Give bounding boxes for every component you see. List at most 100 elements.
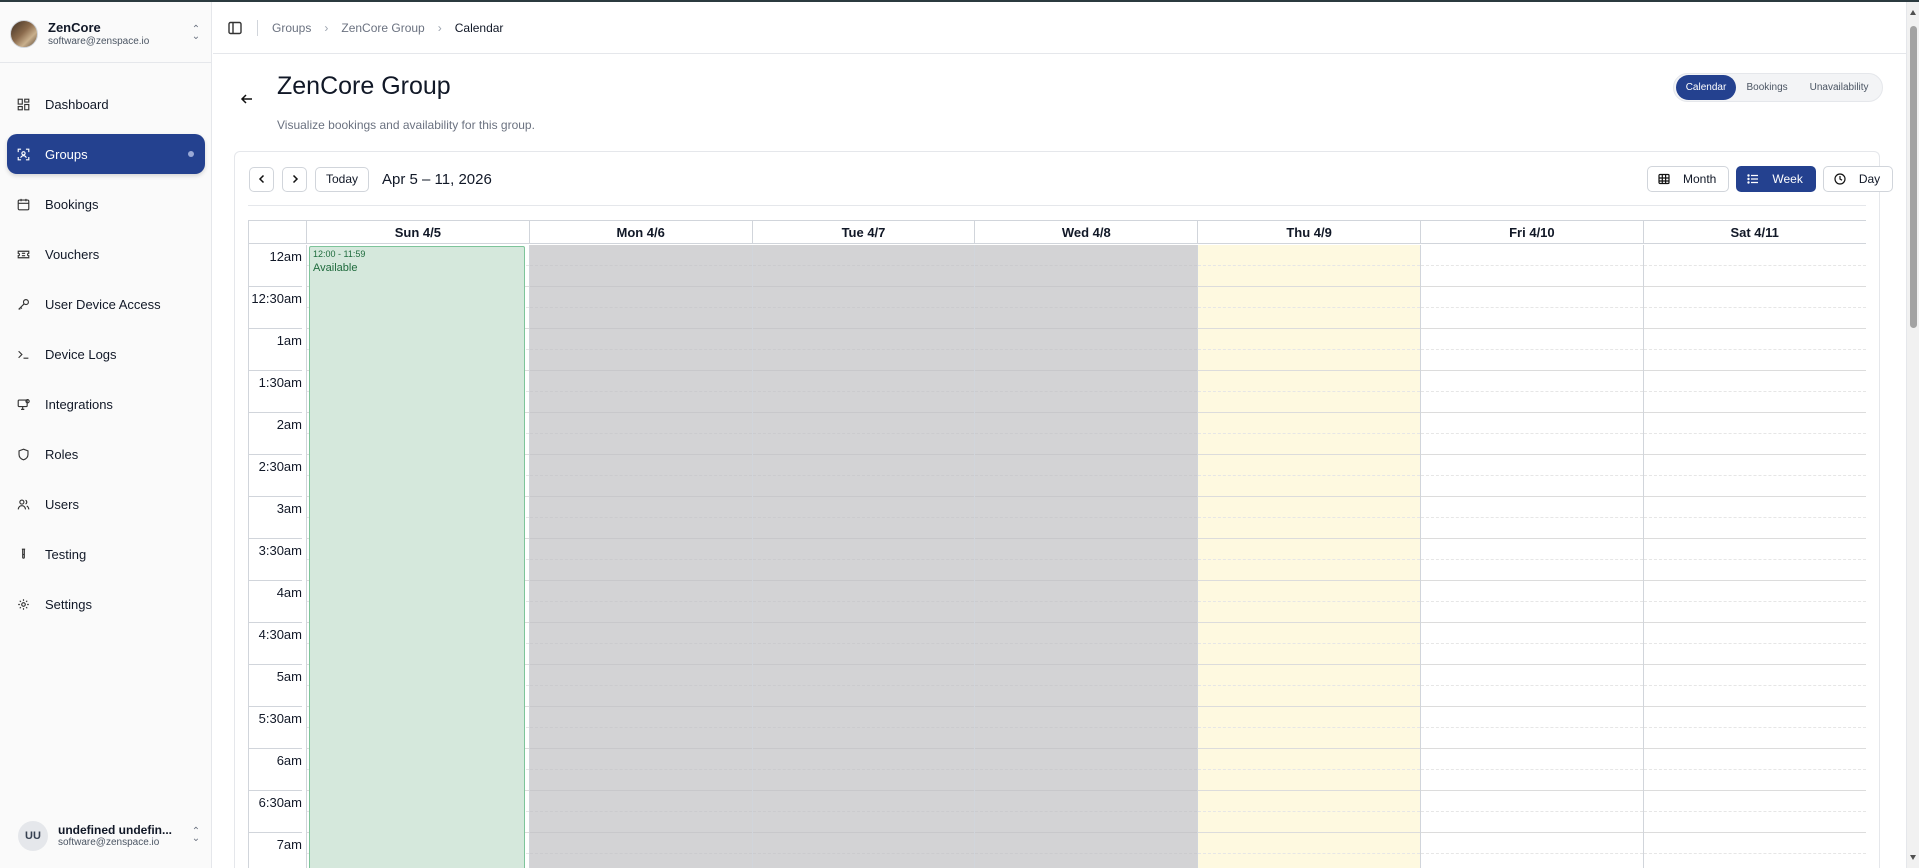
sidebar-toggle-icon[interactable]	[227, 20, 243, 36]
breadcrumb-groups[interactable]: Groups	[272, 21, 311, 35]
time-slot[interactable]	[1643, 497, 1866, 539]
time-slot[interactable]	[752, 329, 975, 371]
time-slot[interactable]	[1643, 245, 1866, 287]
time-slot[interactable]	[975, 287, 1198, 329]
time-slot[interactable]	[1198, 455, 1420, 497]
time-slot[interactable]	[975, 455, 1198, 497]
time-slot[interactable]	[1421, 707, 1643, 749]
time-slot[interactable]	[1198, 833, 1420, 868]
day-column[interactable]	[1643, 245, 1866, 868]
time-slot[interactable]	[975, 581, 1198, 623]
time-slot[interactable]	[1198, 245, 1420, 287]
time-slot[interactable]	[1643, 833, 1866, 868]
time-slot[interactable]	[1198, 749, 1420, 791]
time-slot[interactable]	[529, 413, 752, 455]
time-slot[interactable]	[1421, 581, 1643, 623]
time-slot[interactable]	[1421, 833, 1643, 868]
time-slot[interactable]	[1421, 329, 1643, 371]
sidebar-item-roles[interactable]: Roles	[7, 434, 205, 474]
time-slot[interactable]	[752, 287, 975, 329]
scroll-down-arrow-icon[interactable]	[1910, 855, 1916, 860]
day-column[interactable]	[752, 245, 976, 868]
today-button[interactable]: Today	[315, 166, 370, 192]
day-header[interactable]: Fri 4/10	[1421, 221, 1644, 244]
scroll-up-arrow-icon[interactable]	[1910, 10, 1916, 15]
time-slot[interactable]	[1421, 665, 1643, 707]
time-slot[interactable]	[1198, 581, 1420, 623]
sidebar-item-testing[interactable]: Testing	[7, 534, 205, 574]
availability-event[interactable]: 12:00 - 11:59 Available	[309, 246, 525, 868]
time-slot[interactable]	[529, 245, 752, 287]
time-slot[interactable]	[529, 581, 752, 623]
time-slot[interactable]	[752, 833, 975, 868]
back-arrow-icon[interactable]	[240, 92, 254, 106]
time-slot[interactable]	[752, 497, 975, 539]
time-slot[interactable]	[1643, 707, 1866, 749]
time-slot[interactable]	[1643, 581, 1866, 623]
time-slot[interactable]	[1643, 371, 1866, 413]
sidebar-item-integrations[interactable]: Integrations	[7, 384, 205, 424]
page-scrollbar[interactable]	[1906, 2, 1919, 868]
time-slot[interactable]	[975, 791, 1198, 833]
time-slot[interactable]	[1643, 287, 1866, 329]
time-slot[interactable]	[1421, 497, 1643, 539]
tab-unavailability[interactable]: Unavailability	[1798, 75, 1880, 100]
view-week-button[interactable]: Week	[1736, 166, 1816, 192]
time-slot[interactable]	[529, 707, 752, 749]
time-slot[interactable]	[975, 413, 1198, 455]
next-week-button[interactable]	[282, 166, 307, 192]
time-slot[interactable]	[975, 833, 1198, 868]
sidebar-item-users[interactable]: Users	[7, 484, 205, 524]
day-header[interactable]: Wed 4/8	[975, 221, 1199, 244]
time-slot[interactable]	[752, 539, 975, 581]
time-slot[interactable]	[752, 581, 975, 623]
time-slot[interactable]	[1198, 791, 1420, 833]
time-slot[interactable]	[1198, 665, 1420, 707]
time-slot[interactable]	[752, 371, 975, 413]
tab-bookings[interactable]: Bookings	[1736, 75, 1798, 100]
view-day-button[interactable]: Day	[1822, 166, 1894, 192]
time-slot[interactable]	[1198, 623, 1420, 665]
time-slot[interactable]	[752, 791, 975, 833]
day-header[interactable]: Thu 4/9	[1198, 221, 1421, 244]
sidebar-item-device-logs[interactable]: Device Logs	[7, 334, 205, 374]
time-slot[interactable]	[529, 749, 752, 791]
time-slot[interactable]	[1643, 329, 1866, 371]
sidebar-item-bookings[interactable]: Bookings	[7, 184, 205, 224]
time-slot[interactable]	[1421, 245, 1643, 287]
time-slot[interactable]	[529, 455, 752, 497]
time-slot[interactable]	[752, 749, 975, 791]
time-slot[interactable]	[752, 455, 975, 497]
scrollbar-thumb[interactable]	[1910, 26, 1917, 328]
day-header[interactable]: Sun 4/5	[307, 221, 530, 244]
breadcrumb-group[interactable]: ZenCore Group	[341, 21, 424, 35]
time-slot[interactable]	[752, 665, 975, 707]
time-slot[interactable]	[752, 245, 975, 287]
time-slot[interactable]	[1198, 329, 1420, 371]
sidebar-item-groups[interactable]: Groups	[7, 134, 205, 174]
time-slot[interactable]	[1198, 707, 1420, 749]
sidebar-item-dashboard[interactable]: Dashboard	[7, 84, 205, 124]
time-slot[interactable]	[975, 707, 1198, 749]
time-slot[interactable]	[1198, 413, 1420, 455]
time-slot[interactable]	[1198, 539, 1420, 581]
time-slot[interactable]	[529, 665, 752, 707]
day-column[interactable]	[1421, 245, 1644, 868]
time-slot[interactable]	[1421, 287, 1643, 329]
time-slot[interactable]	[1643, 413, 1866, 455]
time-slot[interactable]	[975, 749, 1198, 791]
day-header[interactable]: Tue 4/7	[753, 221, 976, 244]
time-slot[interactable]	[1643, 665, 1866, 707]
view-month-button[interactable]: Month	[1647, 166, 1730, 192]
time-slot[interactable]	[1421, 623, 1643, 665]
time-slot[interactable]	[529, 791, 752, 833]
time-slot[interactable]	[1421, 455, 1643, 497]
time-slot[interactable]	[1643, 455, 1866, 497]
time-slot[interactable]	[975, 371, 1198, 413]
day-column[interactable]	[1198, 245, 1421, 868]
time-slot[interactable]	[1421, 413, 1643, 455]
time-slot[interactable]	[1198, 287, 1420, 329]
day-header[interactable]: Mon 4/6	[530, 221, 753, 244]
time-slot[interactable]	[752, 623, 975, 665]
time-slot[interactable]	[975, 665, 1198, 707]
